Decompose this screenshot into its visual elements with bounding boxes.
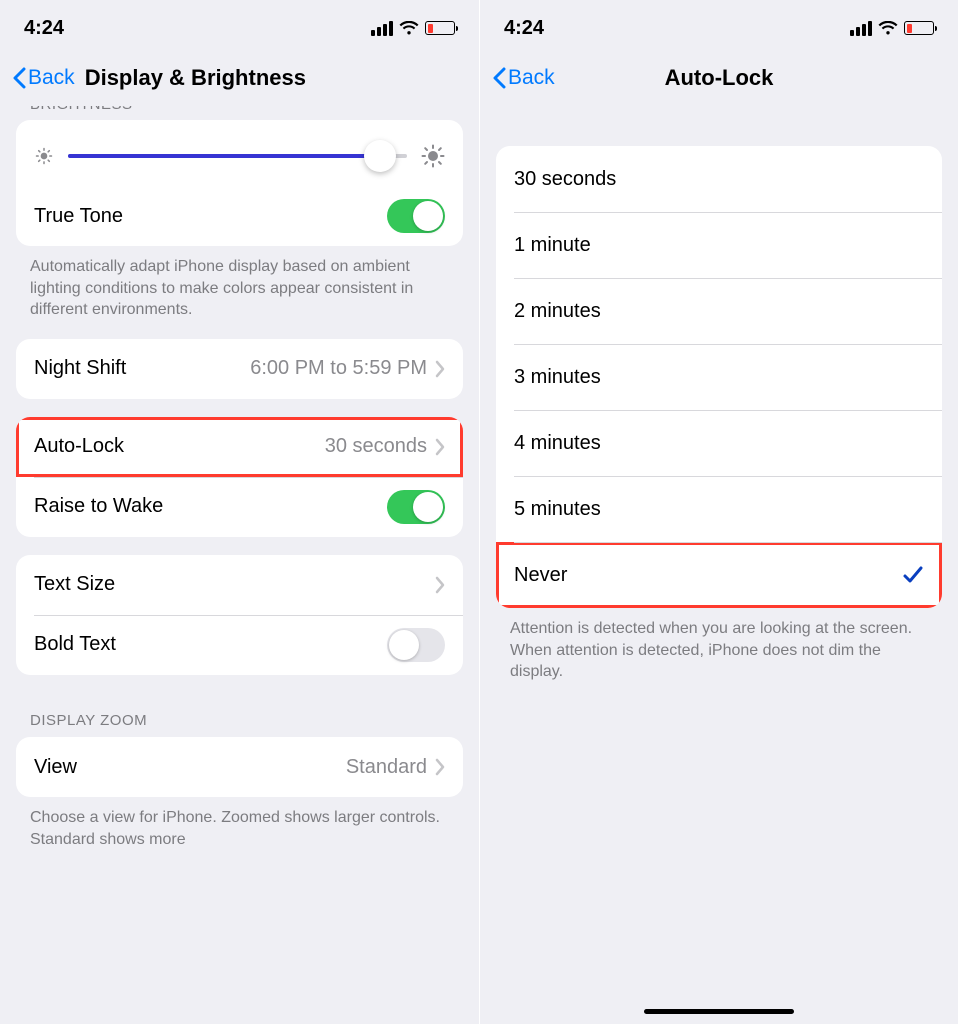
text-size-row[interactable]: Text Size: [16, 555, 463, 615]
auto-lock-label: Auto-Lock: [34, 435, 325, 458]
status-time: 4:24: [504, 17, 544, 40]
true-tone-row: True Tone: [16, 186, 463, 246]
autolock-option[interactable]: 5 minutes: [496, 476, 942, 542]
sun-dim-icon: [34, 146, 54, 166]
true-tone-label: True Tone: [34, 205, 387, 228]
brightness-slider-row: [16, 120, 463, 186]
view-label: View: [34, 756, 346, 779]
true-tone-footer: Automatically adapt iPhone display based…: [0, 246, 479, 321]
autolock-option-label: 2 minutes: [514, 300, 924, 323]
brightness-slider[interactable]: [68, 154, 407, 158]
wifi-icon: [399, 21, 419, 36]
status-icons: [371, 21, 455, 36]
screenshot-autolock: 4:24 Back Auto-Lock 30 seconds 1 minute 2 …: [479, 0, 958, 1024]
battery-icon: [904, 21, 934, 35]
autolock-option-label: 5 minutes: [514, 498, 924, 521]
text-group: Text Size Bold Text: [16, 555, 463, 675]
raise-to-wake-label: Raise to Wake: [34, 495, 387, 518]
zoom-group: View Standard: [16, 737, 463, 797]
night-shift-value: 6:00 PM to 5:59 PM: [250, 357, 427, 380]
status-icons: [850, 21, 934, 36]
chevron-right-icon: [435, 438, 445, 456]
auto-lock-value: 30 seconds: [325, 435, 427, 458]
bold-text-toggle[interactable]: [387, 628, 445, 662]
autolock-option[interactable]: 1 minute: [496, 212, 942, 278]
nav-bar: Back Display & Brightness: [0, 50, 479, 106]
display-zoom-header: DISPLAY ZOOM: [0, 675, 479, 737]
status-time: 4:24: [24, 17, 64, 40]
sun-bright-icon: [421, 144, 445, 168]
autolock-option-label: 1 minute: [514, 234, 924, 257]
zoom-footer: Choose a view for iPhone. Zoomed shows l…: [0, 797, 479, 850]
autolock-option[interactable]: 30 seconds: [496, 146, 942, 212]
brightness-group: True Tone: [16, 120, 463, 246]
chevron-right-icon: [435, 758, 445, 776]
status-bar: 4:24: [0, 6, 479, 50]
page-title: Display & Brightness: [85, 65, 306, 91]
autolock-option[interactable]: Never: [496, 542, 942, 608]
cellular-icon: [371, 21, 393, 36]
checkmark-icon: [902, 564, 924, 586]
raise-to-wake-row: Raise to Wake: [16, 477, 463, 537]
section-header-brightness: BRIGHTNESS: [30, 106, 449, 116]
nav-bar: Back Auto-Lock: [480, 50, 958, 106]
autolock-footer: Attention is detected when you are looki…: [480, 608, 958, 683]
battery-icon: [425, 21, 455, 35]
autolock-option-label: 4 minutes: [514, 432, 924, 455]
autolock-option-label: Never: [514, 564, 902, 587]
auto-lock-row[interactable]: Auto-Lock 30 seconds: [16, 417, 463, 477]
bold-text-label: Bold Text: [34, 633, 387, 656]
autolock-option-label: 30 seconds: [514, 168, 924, 191]
night-shift-label: Night Shift: [34, 357, 250, 380]
cellular-icon: [850, 21, 872, 36]
autolock-option[interactable]: 3 minutes: [496, 344, 942, 410]
chevron-right-icon: [435, 576, 445, 594]
bold-text-row: Bold Text: [16, 615, 463, 675]
view-value: Standard: [346, 756, 427, 779]
text-size-label: Text Size: [34, 573, 435, 596]
settings-content: BRIGHTNESS True Tone Automatically ad: [0, 106, 479, 1024]
autolock-group: Auto-Lock 30 seconds Raise to Wake: [16, 417, 463, 537]
autolock-option[interactable]: 4 minutes: [496, 410, 942, 476]
home-indicator: [644, 1009, 794, 1014]
view-row[interactable]: View Standard: [16, 737, 463, 797]
autolock-content: 30 seconds 1 minute 2 minutes 3 minutes 4 mi…: [480, 106, 958, 1024]
chevron-right-icon: [435, 360, 445, 378]
back-label: Back: [28, 66, 75, 90]
true-tone-toggle[interactable]: [387, 199, 445, 233]
autolock-options-group: 30 seconds 1 minute 2 minutes 3 minutes 4 mi…: [496, 146, 942, 608]
status-bar: 4:24: [480, 6, 958, 50]
autolock-option-label: 3 minutes: [514, 366, 924, 389]
autolock-option[interactable]: 2 minutes: [496, 278, 942, 344]
screenshot-display-brightness: 4:24 Back Display & Brightness BRIGHTNES…: [0, 0, 479, 1024]
raise-to-wake-toggle[interactable]: [387, 490, 445, 524]
back-button[interactable]: Back: [12, 66, 75, 90]
night-shift-group: Night Shift 6:00 PM to 5:59 PM: [16, 339, 463, 399]
night-shift-row[interactable]: Night Shift 6:00 PM to 5:59 PM: [16, 339, 463, 399]
page-title: Auto-Lock: [480, 65, 958, 91]
wifi-icon: [878, 21, 898, 36]
